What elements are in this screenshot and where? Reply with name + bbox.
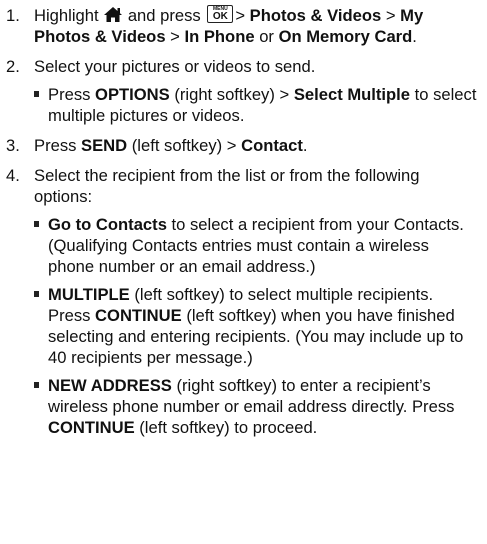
- step-text: Press: [34, 136, 77, 155]
- step-1: 1. Highlight and press MENU OK > Photos …: [0, 5, 487, 47]
- softkey-multiple: MULTIPLE: [48, 285, 130, 304]
- instruction-page: 1. Highlight and press MENU OK > Photos …: [0, 0, 487, 544]
- step-text: Select the recipient from the list or fr…: [34, 166, 420, 206]
- separator: >: [235, 6, 246, 25]
- step-text: and press: [127, 6, 201, 25]
- sub-item-new-address: NEW ADDRESS (right softkey) to enter a r…: [34, 375, 479, 438]
- step-4: 4. Select the recipient from the list or…: [0, 165, 487, 438]
- softkey-send: SEND: [81, 136, 128, 155]
- menu-item-in-phone: In Phone: [184, 27, 255, 46]
- punctuation: .: [302, 136, 308, 155]
- menu-item-on-memory-card: On Memory Card: [278, 27, 413, 46]
- square-bullet: [34, 291, 39, 297]
- step-text: (left softkey): [131, 136, 223, 155]
- home-icon: [104, 7, 123, 22]
- sub-text: (right softkey): [174, 85, 275, 104]
- sub-text: Press: [48, 85, 91, 104]
- sub-text: (left softkey) to proceed.: [139, 418, 318, 437]
- square-bullet: [34, 382, 39, 388]
- softkey-options: OPTIONS: [95, 85, 170, 104]
- menu-ok-key-icon: MENU OK: [207, 5, 234, 23]
- sub-item: Press OPTIONS (right softkey) > Select M…: [34, 84, 479, 126]
- step-text: or: [259, 27, 274, 46]
- softkey-continue: CONTINUE: [95, 306, 182, 325]
- step-number: 2.: [6, 57, 20, 76]
- softkey-new-address: NEW ADDRESS: [48, 376, 172, 395]
- punctuation: .: [412, 27, 417, 46]
- softkey-continue: CONTINUE: [48, 418, 135, 437]
- sub-item-go-to-contacts: Go to Contacts to select a recipient fro…: [34, 214, 479, 277]
- separator: >: [226, 136, 237, 155]
- separator: >: [279, 85, 290, 104]
- step-2: 2. Select your pictures or videos to sen…: [0, 56, 487, 126]
- step-text: Select your pictures or videos to send.: [34, 57, 316, 76]
- step-3: 3. Press SEND (left softkey) > Contact.: [0, 135, 487, 156]
- step-number: 4.: [6, 166, 20, 185]
- menu-item-select-multiple: Select Multiple: [293, 85, 411, 104]
- menu-item-contact: Contact: [241, 136, 303, 155]
- step-number: 3.: [6, 136, 20, 155]
- sub-item-multiple: MULTIPLE (left softkey) to select multip…: [34, 284, 479, 368]
- menu-item-photos-videos: Photos & Videos: [249, 6, 382, 25]
- step-text: Highlight: [34, 6, 99, 25]
- square-bullet: [34, 221, 39, 227]
- separator: >: [170, 27, 180, 46]
- step-number: 1.: [6, 6, 20, 25]
- square-bullet: [34, 91, 39, 97]
- key-main-label: OK: [212, 11, 228, 22]
- option-go-to-contacts: Go to Contacts: [48, 215, 167, 234]
- separator: >: [385, 6, 396, 25]
